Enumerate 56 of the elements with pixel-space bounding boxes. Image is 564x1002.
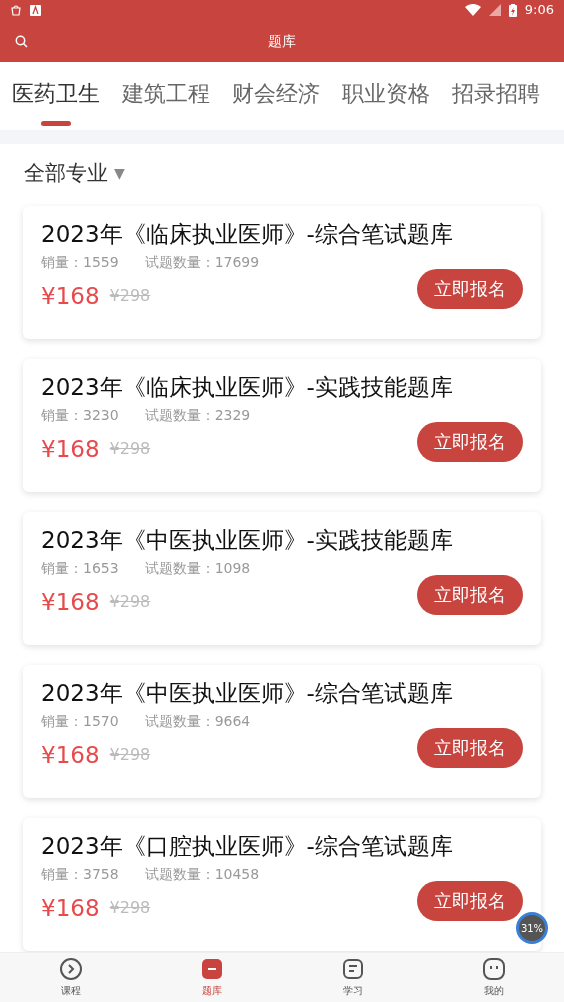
caret-icon: ▼ [114, 163, 125, 185]
price: ¥168 [41, 740, 100, 770]
search-icon[interactable] [15, 34, 28, 48]
nav-tab[interactable]: 学习 [282, 953, 423, 1002]
status-time: 9:06 [524, 1, 554, 20]
nav-tab[interactable]: 课程 [0, 953, 141, 1002]
face-icon [481, 957, 506, 981]
price: ¥168 [41, 281, 100, 311]
question-count: 试题数量：1098 [144, 558, 251, 578]
enroll-button[interactable]: 立即报名 [417, 421, 523, 462]
category-tab[interactable]: 职业资格 [342, 80, 430, 128]
nav-tab[interactable]: 我的 [423, 953, 564, 1002]
course-title: 2023年《临床执业医师》-综合笔试题库 [41, 219, 454, 249]
sales-count: 销量：3758 [41, 864, 119, 884]
category-tab[interactable]: 招录招聘 [452, 80, 540, 128]
enroll-button[interactable]: 立即报名 [417, 727, 523, 768]
wifi-icon [464, 4, 481, 16]
category-tab[interactable]: 建筑工程 [122, 80, 210, 128]
category-tab[interactable]: 财会经济 [232, 80, 320, 128]
original-price: ¥298 [109, 437, 151, 460]
major-filter[interactable]: 全部专业 ▼ [24, 158, 125, 190]
course-title: 2023年《中医执业医师》-综合笔试题库 [41, 678, 454, 708]
question-count: 试题数量：9664 [144, 711, 251, 731]
course-card[interactable]: 2023年《中医执业医师》-综合笔试题库 销量：1570 试题数量：9664 ¥168 ¥298 立即报名 [23, 664, 541, 798]
course-title: 2023年《临床执业医师》-实践技能题库 [41, 372, 454, 402]
price: ¥168 [41, 434, 100, 464]
notification-icon [10, 4, 22, 16]
battery-icon [508, 3, 517, 17]
original-price: ¥298 [109, 590, 151, 613]
course-card[interactable]: 2023年《中医执业医师》-实践技能题库 销量：1653 试题数量：1098 ¥168 ¥298 立即报名 [23, 511, 541, 645]
sales-count: 销量：1559 [41, 252, 119, 272]
sales-count: 销量：1570 [41, 711, 119, 731]
enroll-button[interactable]: 立即报名 [417, 268, 523, 309]
course-title: 2023年《口腔执业医师》-综合笔试题库 [41, 831, 454, 861]
tab-indicator [41, 121, 71, 126]
signal-icon [488, 4, 501, 16]
question-count: 试题数量：17699 [144, 252, 260, 272]
original-price: ¥298 [109, 743, 151, 766]
nav-tab[interactable]: 题库 [141, 953, 282, 1002]
page-title: 题库 [268, 31, 296, 51]
price: ¥168 [41, 587, 100, 617]
price: ¥168 [41, 893, 100, 923]
course-title: 2023年《中医执业医师》-实践技能题库 [41, 525, 454, 555]
sales-count: 销量：3230 [41, 405, 119, 425]
sales-count: 销量：1653 [41, 558, 119, 578]
course-card[interactable]: 2023年《临床执业医师》-综合笔试题库 销量：1559 试题数量：17699 ¥168 ¥298 立即报名 [23, 205, 541, 339]
question-count: 试题数量：2329 [144, 405, 251, 425]
question-count: 试题数量：10458 [144, 864, 260, 884]
app-icon [30, 4, 41, 16]
category-tab[interactable]: 医药卫生 [12, 80, 100, 128]
enroll-button[interactable]: 立即报名 [417, 574, 523, 615]
original-price: ¥298 [109, 896, 151, 919]
play-circle-icon [58, 957, 83, 981]
course-card[interactable]: 2023年《临床执业医师》-实践技能题库 销量：3230 试题数量：2329 ¥168 ¥298 立即报名 [23, 358, 541, 492]
original-price: ¥298 [109, 284, 151, 307]
enroll-button[interactable]: 立即报名 [417, 880, 523, 921]
